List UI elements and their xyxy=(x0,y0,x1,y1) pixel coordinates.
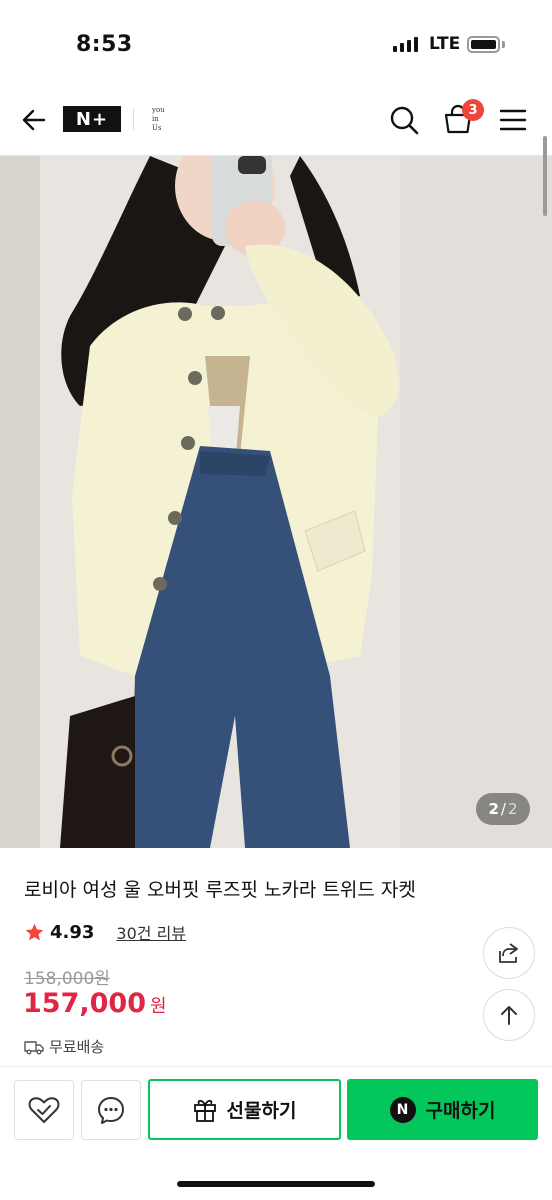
store-logo-line: in xyxy=(152,115,159,123)
chat-bubble-icon xyxy=(98,1097,124,1124)
scrollbar[interactable] xyxy=(543,136,547,216)
battery-tip xyxy=(502,41,505,48)
image-counter-separator: / xyxy=(500,800,506,818)
sale-price: 157,000 원 xyxy=(23,988,167,1019)
signal-icon xyxy=(393,36,418,52)
like-button[interactable] xyxy=(14,1080,74,1140)
status-bar: 8:53 LTE xyxy=(0,0,552,90)
buy-button-label: 구매하기 xyxy=(425,1100,496,1122)
image-counter-current: 2 xyxy=(488,800,499,818)
review-link[interactable]: 30건 리뷰 xyxy=(116,920,186,944)
chat-button[interactable] xyxy=(81,1080,141,1140)
gift-icon xyxy=(193,1099,216,1122)
network-label: LTE xyxy=(429,34,461,54)
battery-icon xyxy=(467,36,500,53)
product-title: 로비아 여성 울 오버핏 루즈핏 노카라 트위드 자켓 xyxy=(24,879,416,901)
scroll-top-button[interactable] xyxy=(483,989,535,1041)
status-time: 8:53 xyxy=(76,32,133,57)
app-header: N+ you in Us 3 xyxy=(0,90,552,156)
back-arrow-icon[interactable] xyxy=(18,104,50,136)
buy-button[interactable]: N 구매하기 xyxy=(347,1079,538,1140)
naver-pay-icon: N xyxy=(389,1096,416,1123)
logo-divider xyxy=(133,108,134,130)
shipping-info: 무료배송 xyxy=(24,1036,104,1057)
bottom-action-bar: 선물하기 N 구매하기 xyxy=(0,1066,552,1200)
product-image[interactable] xyxy=(0,156,552,848)
original-price: 158,000원 xyxy=(24,969,110,989)
product-photo-illustration xyxy=(0,156,552,848)
star-icon xyxy=(25,923,44,940)
rating-score: 4.93 xyxy=(50,921,95,943)
share-button[interactable] xyxy=(483,927,535,979)
gift-button[interactable]: 선물하기 xyxy=(148,1079,341,1140)
heart-check-icon xyxy=(28,1097,60,1123)
search-icon[interactable] xyxy=(388,104,420,136)
currency-unit: 원 xyxy=(149,996,167,1017)
share-icon xyxy=(499,943,518,963)
sale-price-value: 157,000 xyxy=(23,988,146,1019)
image-counter: 2 / 2 xyxy=(476,793,530,825)
store-logo-line: you xyxy=(152,106,165,114)
arrow-up-icon xyxy=(501,1006,517,1025)
store-logo-line: Us xyxy=(152,124,162,132)
truck-icon xyxy=(24,1040,44,1054)
shipping-label: 무료배송 xyxy=(49,1038,105,1056)
gift-button-label: 선물하기 xyxy=(226,1100,297,1122)
image-counter-total: 2 xyxy=(507,800,518,818)
cart-count-badge: 3 xyxy=(462,99,484,121)
store-logo[interactable]: you in Us xyxy=(152,106,165,133)
home-indicator xyxy=(177,1181,375,1187)
rating-row: 4.93 30건 리뷰 xyxy=(24,920,186,944)
menu-icon[interactable] xyxy=(498,105,528,135)
brand-logo[interactable]: N+ xyxy=(63,106,121,132)
